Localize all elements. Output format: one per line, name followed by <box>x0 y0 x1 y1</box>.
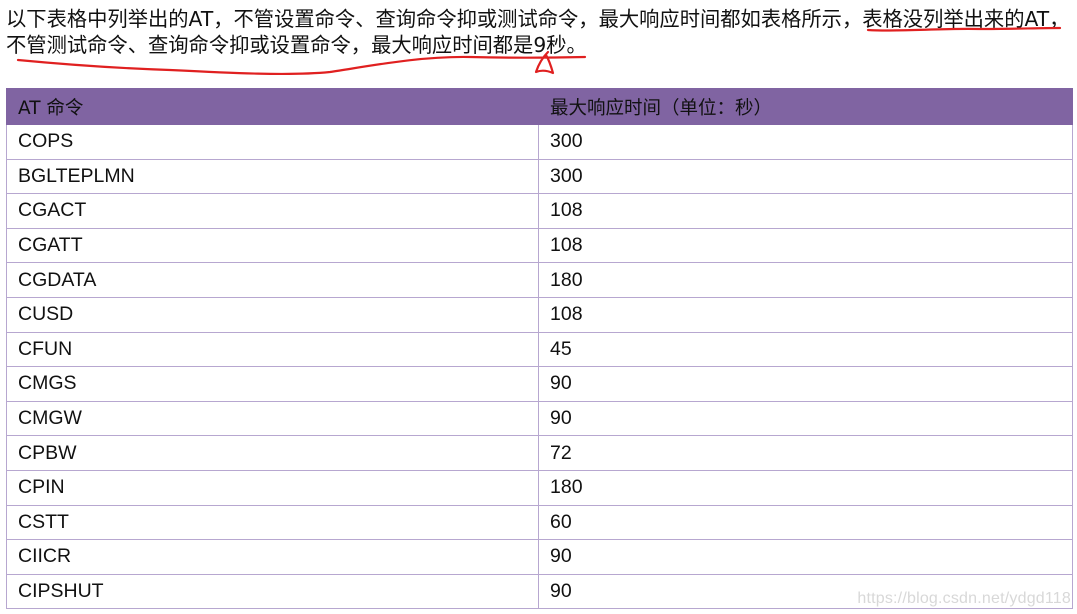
at-command-table: AT 命令 最大响应时间（单位：秒） COPS 300 BGLTEPLMN 30… <box>6 88 1073 610</box>
cell-at-command: CIICR <box>6 539 539 575</box>
table-row: CIICR 90 <box>6 539 1073 575</box>
table-row: CGACT 108 <box>6 193 1073 229</box>
table-row: CFUN 45 <box>6 331 1073 368</box>
cell-at-command: CMGW <box>6 400 539 437</box>
table-row: CGATT 108 <box>6 227 1073 264</box>
intro-paragraph: 以下表格中列举出的AT，不管设置命令、查询命令抑或测试命令，最大响应时间都如表格… <box>6 2 1071 76</box>
table-header-row: AT 命令 最大响应时间（单位：秒） <box>6 88 1073 125</box>
cell-max-response-time: 90 <box>538 400 1073 437</box>
intro-line-2: 不管测试命令、查询命令抑或设置命令，最大响应时间都是9秒。 <box>6 33 587 57</box>
table-row: CSTT 60 <box>6 504 1073 541</box>
table-row: BGLTEPLMN 300 <box>6 158 1073 195</box>
cell-at-command: CIPSHUT <box>6 573 539 610</box>
cell-at-command: CUSD <box>6 296 539 333</box>
cell-max-response-time: 180 <box>538 262 1073 298</box>
cell-max-response-time: 108 <box>538 227 1073 264</box>
cell-max-response-time: 300 <box>538 124 1073 160</box>
cell-at-command: COPS <box>6 124 539 160</box>
cell-at-command: CMGS <box>6 366 539 402</box>
cell-at-command: CPBW <box>6 435 539 471</box>
cell-max-response-time: 90 <box>538 366 1073 402</box>
watermark-url: https://blog.csdn.net/ydgd118 <box>857 590 1071 607</box>
cell-at-command: BGLTEPLMN <box>6 158 539 195</box>
table-row: CMGW 90 <box>6 400 1073 437</box>
column-header-max-response-time: 最大响应时间（单位：秒） <box>538 88 1073 125</box>
cell-at-command: CGDATA <box>6 262 539 298</box>
table-row: CGDATA 180 <box>6 262 1073 298</box>
table-row: COPS 300 <box>6 124 1073 160</box>
cell-at-command: CGATT <box>6 227 539 264</box>
cell-at-command: CSTT <box>6 504 539 541</box>
cell-max-response-time: 108 <box>538 296 1073 333</box>
cell-at-command: CGACT <box>6 193 539 229</box>
cell-max-response-time: 180 <box>538 469 1073 506</box>
cell-max-response-time: 108 <box>538 193 1073 229</box>
cell-at-command: CPIN <box>6 469 539 506</box>
table-row: CPIN 180 <box>6 469 1073 506</box>
cell-max-response-time: 300 <box>538 158 1073 195</box>
column-header-at-command: AT 命令 <box>6 88 539 125</box>
table-row: CMGS 90 <box>6 366 1073 402</box>
table-row: CPBW 72 <box>6 435 1073 471</box>
table-row: CUSD 108 <box>6 296 1073 333</box>
cell-at-command: CFUN <box>6 331 539 368</box>
cell-max-response-time: 60 <box>538 504 1073 541</box>
cell-max-response-time: 45 <box>538 331 1073 368</box>
cell-max-response-time: 72 <box>538 435 1073 471</box>
cell-max-response-time: 90 <box>538 539 1073 575</box>
